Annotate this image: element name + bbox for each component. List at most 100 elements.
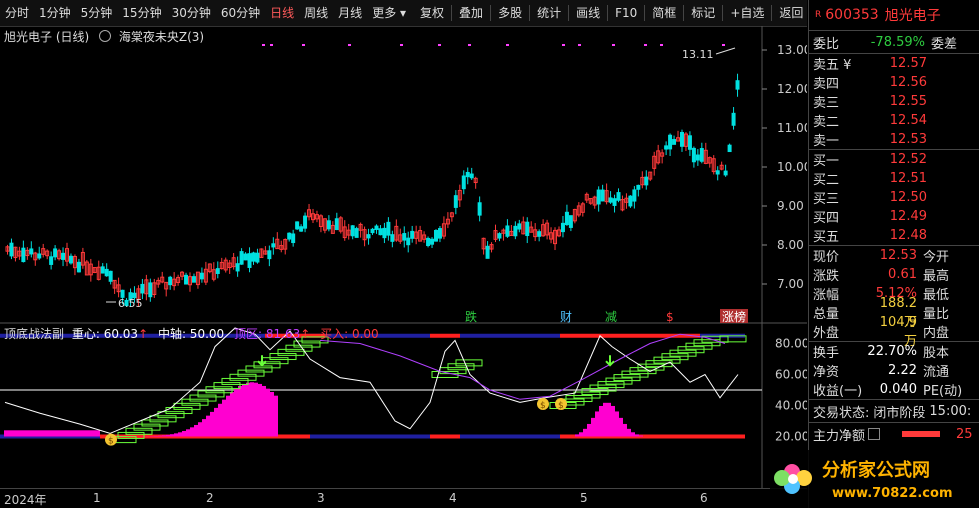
row-value: 22.70% — [867, 344, 917, 359]
candle — [303, 212, 308, 233]
quote-row[interactable]: 买二 12.51 — [809, 169, 979, 188]
trade-status: 闭市阶段 — [873, 405, 926, 421]
candle — [493, 224, 498, 243]
tool-divider — [529, 5, 531, 21]
signal-dot — [562, 44, 565, 46]
quote-row[interactable]: 买三 12.50 — [809, 188, 979, 207]
price-tick: 11.00 — [777, 121, 807, 135]
candle — [541, 219, 546, 237]
candle — [243, 252, 248, 261]
period-tab[interactable]: 月线 — [333, 0, 367, 26]
stock-name[interactable]: 旭光电子 — [885, 5, 941, 25]
period-tab[interactable]: 更多 ▾ — [367, 0, 411, 26]
signal-dot — [262, 44, 265, 46]
tool-button[interactable]: 多股 — [493, 0, 527, 26]
x-tick: 2 — [206, 491, 214, 505]
kline-chart[interactable]: 13.00 12.00 11.00 10.00 9.00 8.00 7.00 13.11 6.5… — [0, 26, 807, 488]
quote-row[interactable]: 卖三 12.55 — [809, 92, 979, 111]
quote-row[interactable]: 买一 12.52 — [809, 150, 979, 169]
price-tick: 8.00 — [777, 238, 804, 252]
tool-button[interactable]: 返回 — [774, 0, 808, 26]
period-tab[interactable]: 30分钟 — [167, 0, 216, 26]
period-tab[interactable]: 15分钟 — [117, 0, 166, 26]
event-marker[interactable]: 减 — [605, 310, 617, 324]
candle — [521, 216, 526, 235]
candle — [96, 260, 101, 281]
svg-text:$: $ — [540, 401, 546, 411]
signal-dot — [302, 44, 305, 46]
period-tab[interactable]: 60分钟 — [216, 0, 265, 26]
candle — [525, 217, 530, 244]
period-tab[interactable]: 周线 — [299, 0, 333, 26]
candle — [433, 229, 438, 242]
subchart-name[interactable]: 顶底战法副 — [4, 327, 64, 341]
candle — [691, 146, 696, 168]
trade-status-row: 交易状态: 闭市阶段 15:00: — [809, 399, 979, 422]
candle — [695, 149, 700, 166]
candle — [5, 244, 10, 255]
tool-button[interactable]: 复权 — [415, 0, 449, 26]
candle — [394, 219, 399, 242]
candle — [263, 246, 268, 255]
price-tick: 10.00 — [777, 160, 807, 174]
quote-row[interactable]: 卖四 12.56 — [809, 73, 979, 92]
candle — [529, 221, 534, 233]
candle — [279, 240, 284, 253]
candle — [223, 257, 228, 273]
candle — [219, 257, 224, 270]
quote-row[interactable]: 卖五 ¥ 12.57 — [809, 54, 979, 73]
quote-row[interactable]: 换手 22.70% 股本 — [809, 342, 979, 361]
quote-row[interactable]: 净资 2.22 流通 — [809, 361, 979, 380]
row-value: 0.040 — [879, 382, 917, 397]
row-label: 总量 — [813, 307, 840, 322]
tool-button[interactable]: 标记 — [686, 0, 720, 26]
candle — [430, 237, 435, 249]
candle — [207, 263, 212, 274]
candle — [620, 195, 625, 212]
tool-divider — [771, 5, 773, 21]
event-marker[interactable]: 涨榜 — [722, 309, 746, 324]
quote-row[interactable]: 卖一 12.53 — [809, 130, 979, 149]
candle — [88, 258, 93, 282]
candle — [362, 226, 367, 247]
candle — [501, 228, 506, 241]
quote-row[interactable]: 买五 12.48 — [809, 226, 979, 245]
stock-code[interactable]: 600353 — [825, 7, 878, 23]
candle — [624, 193, 629, 209]
tool-button[interactable]: F10 — [610, 0, 642, 26]
watermark-logo: 分析家公式网 www.70822.com — [770, 450, 979, 508]
period-tab[interactable]: 5分钟 — [76, 0, 118, 26]
table-icon[interactable] — [868, 428, 881, 440]
quote-row[interactable]: 外盘 104.9万 内盘 — [809, 315, 979, 349]
row-value: 12.55 — [889, 94, 927, 109]
event-marker[interactable]: 跌 — [465, 309, 477, 324]
quote-row[interactable]: 买四 12.49 — [809, 207, 979, 226]
period-tab[interactable]: 分时 — [0, 0, 34, 26]
candle — [608, 191, 613, 204]
candle — [374, 224, 379, 234]
candle — [664, 141, 669, 156]
quote-row[interactable]: 卖二 12.54 — [809, 111, 979, 130]
tool-button[interactable]: 叠加 — [454, 0, 488, 26]
tool-button[interactable]: 简框 — [647, 0, 681, 26]
candle — [378, 225, 383, 236]
tool-divider — [607, 5, 609, 21]
candle — [473, 176, 478, 189]
x-tick: 3 — [317, 491, 325, 505]
candle — [330, 221, 335, 234]
candle — [370, 227, 375, 235]
event-marker[interactable]: 财 — [560, 310, 572, 324]
period-tab[interactable]: 日线 — [265, 0, 299, 26]
quote-row[interactable]: 现价 12.53 今开 — [809, 246, 979, 265]
tool-button[interactable]: 统计 — [532, 0, 566, 26]
candle — [477, 196, 482, 222]
period-tab[interactable]: 1分钟 — [34, 0, 76, 26]
quote-row[interactable]: 收益(一) 0.040 PE(动) — [809, 380, 979, 399]
tool-button[interactable]: +自选 — [725, 0, 769, 26]
candle — [283, 238, 288, 255]
candle — [422, 231, 427, 243]
stock-app: 分时 1分钟 5分钟 15分钟 30分钟 60分钟 日线 周线 月线 更多 ▾ 复权 叠加 多股 统计画… — [0, 0, 979, 508]
quote-row[interactable]: 涨跌 0.61 最高 — [809, 265, 979, 284]
tool-button[interactable]: 画线 — [571, 0, 605, 26]
event-marker[interactable]: $ — [666, 310, 674, 324]
